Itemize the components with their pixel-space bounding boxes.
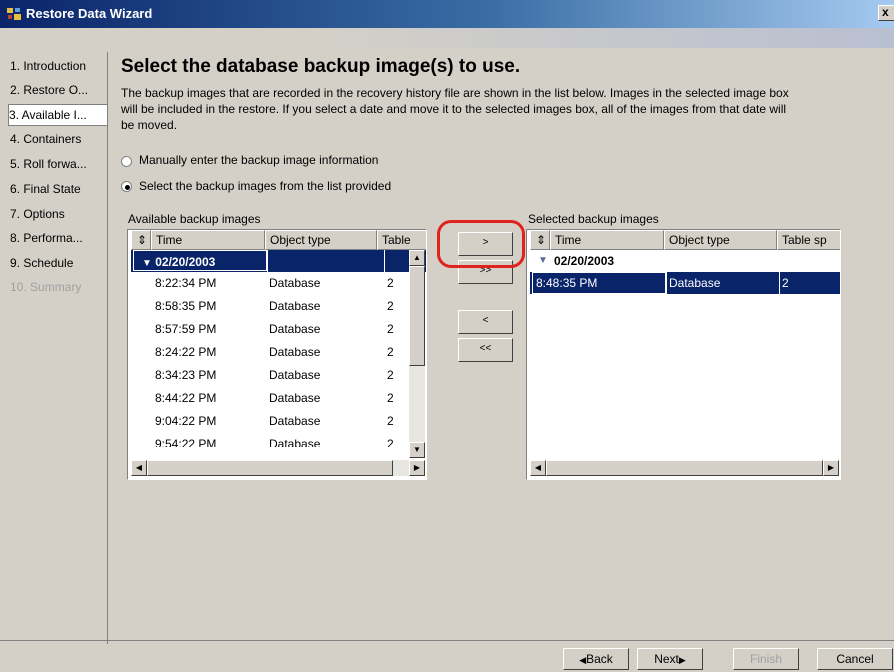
finish-button: Finish — [733, 648, 799, 670]
group-date: 02/20/2003 — [155, 255, 216, 269]
hscrollbar-thumb[interactable] — [546, 460, 823, 476]
header-object-type[interactable]: Object type — [664, 230, 777, 250]
page-description: The backup images that are recorded in t… — [121, 86, 789, 132]
available-images-table[interactable]: ⇕ Time Object type Table ▼ 02/20/2003 8:… — [127, 229, 427, 480]
type-cell: Database — [269, 437, 321, 447]
time-cell: 9:54:22 PM — [155, 437, 217, 447]
table-cell: 2 — [387, 368, 394, 382]
time-cell: 8:22:34 PM — [155, 276, 217, 290]
next-arrow-icon: ▶ — [678, 655, 686, 665]
sort-icon[interactable]: ⇕ — [131, 230, 151, 250]
time-cell: 8:24:22 PM — [155, 345, 217, 359]
type-cell: Database — [669, 276, 721, 290]
nav-item-summary: 10. Summary — [10, 280, 82, 294]
page-title: Select the database backup image(s) to u… — [121, 56, 521, 77]
time-cell: 8:48:35 PM — [532, 272, 666, 294]
nav-item-containers[interactable]: 4. Containers — [10, 129, 108, 149]
expand-triangle-icon: ▼ — [142, 258, 152, 269]
nav-item-performance[interactable]: 8. Performa... — [10, 228, 108, 248]
group-date: 02/20/2003 — [554, 254, 615, 268]
column-divider — [384, 250, 385, 272]
available-group-row[interactable]: ▼ 02/20/2003 — [131, 250, 426, 272]
column-divider — [267, 250, 268, 272]
nav-item-available-images[interactable]: 3. Available I... — [8, 104, 108, 126]
radio-selected-dot — [125, 185, 130, 190]
scroll-left-icon[interactable]: ◀ — [131, 460, 147, 476]
nav-item-introduction[interactable]: 1. Introduction — [10, 56, 108, 76]
window-title: Restore Data Wizard — [26, 6, 153, 21]
column-divider — [779, 272, 780, 294]
remove-all-button[interactable]: << — [458, 338, 513, 362]
nav-item-options[interactable]: 7. Options — [10, 204, 108, 224]
horizontal-scrollbar[interactable]: ◀ ▶ — [131, 460, 425, 476]
table-cell: 2 — [387, 299, 394, 313]
title-subbar — [0, 28, 894, 48]
nav-item-restore-objects[interactable]: 2. Restore O... — [10, 80, 108, 100]
remove-selected-button[interactable]: < — [458, 310, 513, 334]
scrollbar-thumb[interactable] — [409, 266, 425, 366]
type-cell: Database — [269, 322, 321, 336]
header-table[interactable]: Table — [377, 230, 426, 250]
table-cell: 2 — [387, 276, 394, 290]
footer-divider — [0, 640, 894, 641]
group-date-cell: ▼ 02/20/2003 — [133, 250, 267, 271]
type-cell: Database — [269, 368, 321, 382]
selected-images-label: Selected backup images — [528, 212, 659, 226]
expand-triangle-icon: ▼ — [538, 255, 548, 266]
radio-select-from-list[interactable] — [121, 181, 132, 192]
table-cell: 2 — [387, 322, 394, 336]
scroll-left-icon[interactable]: ◀ — [530, 460, 546, 476]
nav-item-roll-forward[interactable]: 5. Roll forwa... — [10, 154, 108, 174]
sort-icon[interactable]: ⇕ — [530, 230, 550, 250]
time-cell: 8:44:22 PM — [155, 391, 217, 405]
header-time[interactable]: Time — [550, 230, 664, 250]
type-cell: Database — [269, 391, 321, 405]
annotation-highlight-circle — [437, 220, 525, 268]
table-row[interactable]: 8:48:35 PM Database 2 — [530, 272, 840, 294]
scroll-right-icon[interactable]: ▶ — [409, 460, 425, 476]
available-images-label: Available backup images — [128, 212, 261, 226]
horizontal-scrollbar[interactable]: ◀ ▶ — [530, 460, 839, 476]
time-cell: 8:58:35 PM — [155, 299, 217, 313]
back-label: Back — [586, 652, 613, 666]
table-row[interactable]: 9:54:22 PM Database 2 — [131, 433, 426, 447]
radio-list-label[interactable]: Select the backup images from the list p… — [139, 179, 391, 193]
next-label: Next — [654, 652, 679, 666]
cancel-button[interactable]: Cancel — [817, 648, 893, 670]
table-cell: 2 — [387, 391, 394, 405]
back-button[interactable]: ◀Back — [563, 648, 629, 670]
next-button[interactable]: Next▶ — [637, 648, 703, 670]
type-cell: Database — [269, 345, 321, 359]
nav-item-final-state[interactable]: 6. Final State — [10, 179, 108, 199]
header-object-type[interactable]: Object type — [265, 230, 377, 250]
table-cell: 2 — [387, 414, 394, 428]
radio-manual-label[interactable]: Manually enter the backup image informat… — [139, 153, 378, 167]
type-cell: Database — [269, 414, 321, 428]
header-time[interactable]: Time — [151, 230, 265, 250]
table-cell: 2 — [782, 276, 789, 290]
app-icon — [7, 8, 21, 20]
type-cell: Database — [269, 276, 321, 290]
nav-item-schedule[interactable]: 9. Schedule — [10, 253, 108, 273]
type-cell: Database — [269, 299, 321, 313]
time-cell: 9:04:22 PM — [155, 414, 217, 428]
scroll-right-icon[interactable]: ▶ — [823, 460, 839, 476]
table-cell: 2 — [387, 345, 394, 359]
wizard-step-nav: 1. Introduction 2. Restore O... 3. Avail… — [8, 52, 108, 644]
selected-images-table[interactable]: ⇕ Time Object type Table sp ▼ 02/20/2003… — [526, 229, 841, 480]
column-divider — [666, 272, 667, 294]
radio-manual-entry[interactable] — [121, 156, 132, 167]
header-table-space[interactable]: Table sp — [777, 230, 840, 250]
hscrollbar-thumb[interactable] — [147, 460, 393, 476]
table-cell: 2 — [387, 437, 394, 447]
vertical-scrollbar[interactable]: ▲ ▼ — [409, 250, 425, 458]
scroll-down-icon[interactable]: ▼ — [409, 442, 425, 458]
time-cell: 8:34:23 PM — [155, 368, 217, 382]
time-cell: 8:57:59 PM — [155, 322, 217, 336]
close-button[interactable]: x — [878, 5, 894, 21]
scroll-up-icon[interactable]: ▲ — [409, 250, 425, 266]
